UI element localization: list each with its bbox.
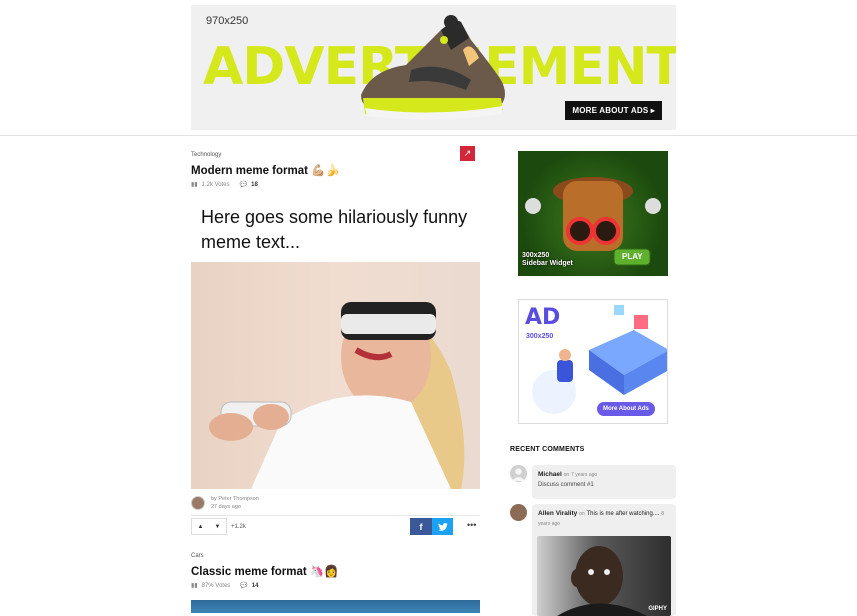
author-prefix: by (211, 496, 217, 502)
comment-on-label: on (579, 511, 585, 517)
author-name[interactable]: Peter Thompson (218, 496, 259, 502)
more-about-ads-button[interactable]: More About Ads (597, 402, 655, 416)
comment-on-label: on (563, 472, 570, 478)
play-label: PLAY (622, 252, 643, 261)
trending-icon[interactable]: ↗ (460, 146, 475, 161)
comment-bubble: Allen Virality on This is me after watch… (532, 504, 676, 616)
votes-count: 1.2k Votes (201, 181, 230, 188)
twitter-icon (437, 522, 448, 531)
post-title[interactable]: Modern meme format 💪🏼🍌 (191, 163, 480, 177)
upvote-icon[interactable]: ▲ (198, 524, 204, 530)
comment-author[interactable]: Allen Virality (538, 510, 577, 517)
user-placeholder-icon (512, 468, 525, 481)
post-card: Cars Classic meme format 🦄👩 ▮▮ 87% Votes… (191, 553, 480, 589)
post-category[interactable]: Technology (191, 152, 480, 158)
votes-icon: ▮▮ (191, 182, 198, 188)
post-image[interactable] (191, 262, 480, 489)
header-bar: 970x250 ADVERTISEMENT MORE ABOUT ADS ▸ (0, 0, 857, 136)
sidebar-ad-game[interactable]: PLAY 300x250 Sidebar Widget (518, 151, 668, 276)
reaction-gif (557, 546, 647, 616)
votes-icon: ▮▮ (191, 583, 198, 589)
author-row: by Peter Thompson 27 days ago (191, 492, 480, 514)
ad-label: 300x250 Sidebar Widget (522, 252, 573, 268)
comment-bubble: Michael on 7 years ago Discuss comment #… (532, 465, 676, 499)
post-image[interactable] (191, 600, 480, 613)
more-options-button[interactable]: ••• (467, 520, 476, 530)
comment-time: 7 years ago (571, 472, 598, 478)
vote-box: ▲ ▼ (191, 518, 227, 535)
ad-size-label: 970x250 (206, 15, 249, 27)
post-meta: ▮▮ 87% Votes 💬 14 (191, 582, 480, 590)
ad-widget-label: Sidebar Widget (522, 260, 573, 267)
vote-score: +1.2k (231, 523, 246, 530)
leaderboard-ad[interactable]: 970x250 ADVERTISEMENT MORE ABOUT ADS ▸ (191, 5, 676, 130)
post-category[interactable]: Cars (191, 553, 480, 559)
post-card: Technology Modern meme format 💪🏼🍌 ▮▮ 1.2… (191, 152, 480, 188)
post-time: 27 days ago (211, 504, 241, 510)
more-about-ads-button[interactable]: MORE ABOUT ADS ▸ (565, 101, 662, 120)
comment-icon: 💬 (239, 182, 248, 188)
post-meta: ▮▮ 1.2k Votes 💬 18 (191, 181, 480, 189)
comment-item: Allen Virality on This is me after watch… (510, 504, 676, 616)
votes-count: 87% Votes (201, 582, 231, 589)
sneaker-image (361, 15, 505, 120)
recent-comments-heading: RECENT COMMENTS (510, 446, 585, 453)
avatar[interactable] (510, 504, 527, 521)
post-title[interactable]: Classic meme format 🦄👩 (191, 564, 480, 578)
avatar[interactable] (191, 496, 205, 510)
vr-woman-illustration (209, 302, 465, 489)
comment-target-link[interactable]: This is me after watching.... (586, 511, 659, 517)
downvote-icon[interactable]: ▼ (215, 524, 221, 530)
comment-text[interactable]: Discuss comment #1 (538, 482, 594, 488)
comment-icon: 💬 (240, 583, 248, 589)
meme-caption: Here goes some hilariously funny meme te… (201, 207, 468, 252)
ad-size-label: 300x250 (522, 252, 550, 259)
twitter-share-button[interactable] (432, 518, 453, 535)
comment-count[interactable]: 18 (251, 182, 258, 188)
avatar[interactable] (510, 465, 527, 482)
sidebar-ad-isometric[interactable]: AD 300x250 More About Ads (518, 299, 668, 424)
giphy-image[interactable]: GIPHY (537, 536, 671, 616)
comment-item: Michael on 7 years ago Discuss comment #… (510, 465, 676, 499)
post-actions: ▲ ▼ +1.2k f ••• (191, 515, 480, 535)
facebook-share-button[interactable]: f (410, 518, 432, 535)
comment-count[interactable]: 14 (252, 583, 259, 589)
comment-author[interactable]: Michael (538, 471, 562, 478)
